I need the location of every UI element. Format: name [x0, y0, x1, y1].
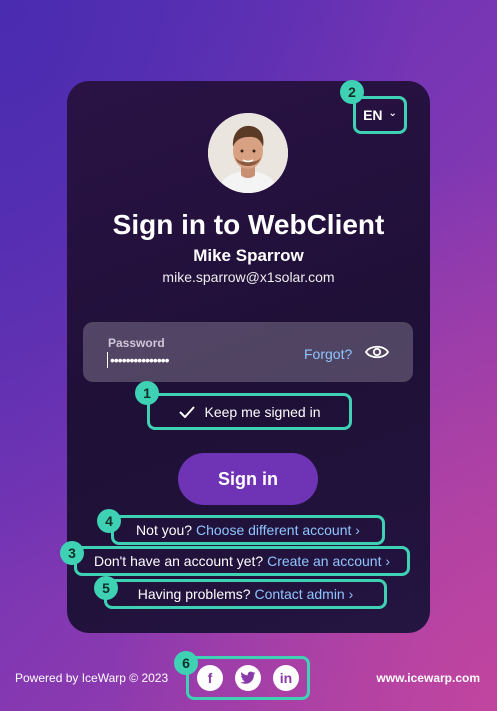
problems-row: Having problems? Contact admin › — [104, 579, 387, 609]
contact-admin-link[interactable]: Contact admin › — [254, 586, 353, 602]
keep-signed-in-checkbox[interactable]: Keep me signed in — [147, 393, 352, 430]
eye-icon[interactable] — [365, 344, 389, 360]
password-field[interactable]: Password ••••••••••••••• Forgot? — [83, 322, 413, 382]
twitter-bird-glyph — [240, 671, 256, 684]
marker-badge: 2 — [340, 80, 364, 104]
password-input[interactable]: ••••••••••••••• — [107, 352, 170, 368]
avatar — [208, 113, 288, 193]
marker-badge: 3 — [60, 541, 84, 565]
create-account-link[interactable]: Create an account › — [267, 553, 390, 569]
language-code: EN — [363, 107, 383, 123]
choose-account-link[interactable]: Choose different account › — [196, 522, 360, 538]
powered-by-text: Powered by IceWarp © 2023 — [15, 671, 169, 685]
facebook-icon[interactable]: f — [197, 665, 223, 691]
social-links: f in — [186, 656, 310, 700]
checkmark-icon — [178, 405, 195, 418]
page-title: Sign in to WebClient — [112, 209, 385, 240]
no-account-text: Don't have an account yet? — [93, 553, 264, 569]
marker-badge: 4 — [97, 509, 121, 533]
sign-in-button[interactable]: Sign in — [178, 453, 318, 505]
avatar-photo — [208, 113, 288, 193]
marker-badge: 6 — [174, 651, 198, 675]
forgot-password-link[interactable]: Forgot? — [304, 346, 352, 362]
problems-text: Having problems? — [137, 586, 251, 602]
language-selector[interactable]: EN ⌄ — [353, 96, 407, 134]
keep-signed-in-label: Keep me signed in — [204, 403, 321, 420]
marker-badge: 1 — [135, 381, 159, 405]
user-email: mike.sparrow@x1solar.com — [162, 269, 335, 285]
marker-badge: 5 — [94, 576, 118, 600]
create-account-row: Don't have an account yet? Create an acc… — [74, 546, 410, 576]
not-you-text: Not you? — [136, 522, 193, 538]
not-you-row: Not you? Choose different account › — [111, 515, 385, 545]
chevron-down-icon: ⌄ — [388, 107, 397, 119]
website-link[interactable]: www.icewarp.com — [376, 671, 480, 685]
linkedin-icon[interactable]: in — [273, 665, 299, 691]
password-label: Password — [108, 336, 165, 350]
twitter-icon[interactable] — [235, 665, 261, 691]
user-name: Mike Sparrow — [193, 246, 304, 265]
